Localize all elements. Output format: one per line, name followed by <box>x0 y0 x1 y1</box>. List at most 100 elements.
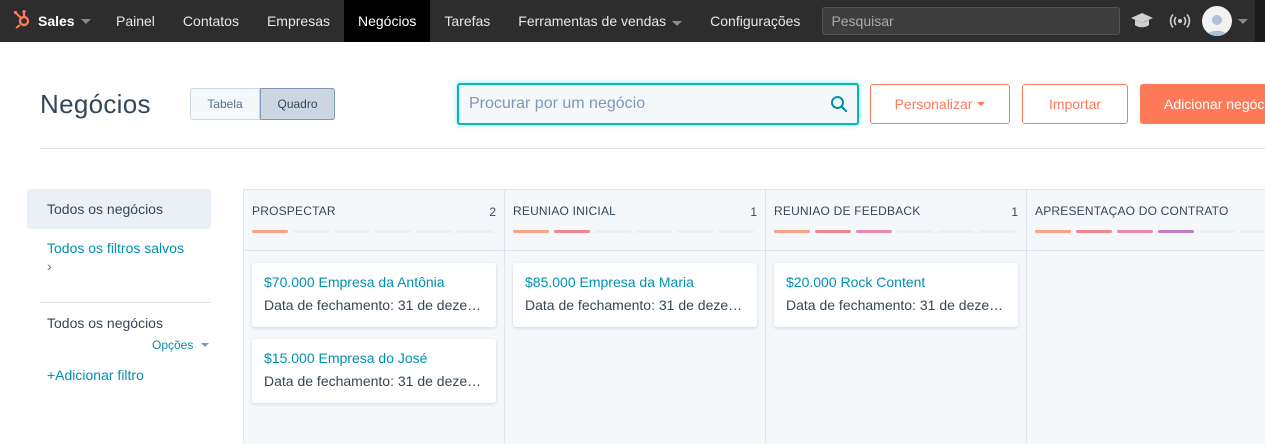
progress-segment <box>1240 230 1265 233</box>
column-count: 1 <box>1011 205 1018 219</box>
nav-edge <box>1255 0 1265 42</box>
column-count: 2 <box>489 205 496 219</box>
options-label: Opções <box>152 338 194 352</box>
avatar <box>1202 6 1233 36</box>
notifications-broadcast-icon[interactable] <box>1168 0 1192 42</box>
close-date-value: 31 de dezembro <box>919 297 1006 313</box>
deal-card-title[interactable]: $70.000 Empresa da Antônia <box>264 274 484 290</box>
header-divider <box>40 148 1265 149</box>
sidebar-item-all-deals[interactable]: Todos os negócios <box>27 189 211 229</box>
chevron-down-icon <box>201 343 210 347</box>
close-date-label: Data de fechamento: <box>786 297 916 313</box>
stage-progress <box>1035 230 1265 233</box>
nav-item-contatos[interactable]: Contatos <box>169 0 253 42</box>
progress-segment <box>513 230 549 233</box>
close-date-value: 31 de dezembro <box>397 297 484 313</box>
add-filter-link[interactable]: +Adicionar filtro <box>47 367 144 383</box>
progress-segment <box>375 230 411 233</box>
add-deal-button[interactable]: Adicionar negócio <box>1140 84 1265 124</box>
board-column: APRESENTAÇAO DO CONTRATO <box>1026 189 1265 444</box>
board-view-button[interactable]: Quadro <box>260 88 335 120</box>
deal-close-date: Data de fechamento: 31 de dezembro <box>525 297 745 313</box>
academy-icon[interactable] <box>1128 0 1156 42</box>
deal-card[interactable]: $15.000 Empresa do José Data de fechament… <box>252 339 496 403</box>
column-header: REUNIAO DE FEEDBACK 1 <box>766 190 1026 251</box>
sidebar-divider <box>40 302 211 303</box>
stage-progress <box>252 230 493 233</box>
customize-button-label: Personalizar <box>894 96 973 112</box>
top-navigation: Sales Painel Contatos Empresas Negócios … <box>0 0 1265 42</box>
chevron-down-icon <box>672 21 683 26</box>
deal-card-title[interactable]: $15.000 Empresa do José <box>264 350 484 366</box>
nav-item-tarefas[interactable]: Tarefas <box>430 0 504 42</box>
stage-progress <box>513 230 754 233</box>
brand-menu[interactable]: Sales <box>0 0 102 42</box>
close-date-value: 31 de dezembro <box>658 297 745 313</box>
progress-segment <box>1158 230 1194 233</box>
close-date-label: Data de fechamento: <box>525 297 655 313</box>
progress-segment <box>416 230 452 233</box>
progress-segment <box>897 230 933 233</box>
progress-segment <box>979 230 1015 233</box>
nav-item-ferramentas-label: Ferramentas de vendas <box>518 13 667 29</box>
close-date-value: 31 de dezembro <box>397 373 484 389</box>
board-column: PROSPECTAR 2 $70.000 Empresa da Antônia Dat… <box>243 189 504 444</box>
progress-segment <box>457 230 493 233</box>
chevron-down-icon <box>80 18 91 24</box>
progress-segment <box>636 230 672 233</box>
nav-item-empresas[interactable]: Empresas <box>253 0 344 42</box>
progress-segment <box>554 230 590 233</box>
deal-card[interactable]: $85.000 Empresa da Maria Data de fechamen… <box>513 263 757 327</box>
saved-filters-link[interactable]: Todos os filtros salvos <box>47 240 207 257</box>
close-date-label: Data de fechamento: <box>264 297 394 313</box>
search-icon[interactable] <box>821 95 857 113</box>
progress-segment <box>1199 230 1235 233</box>
deal-card-title[interactable]: $85.000 Empresa da Maria <box>525 274 745 290</box>
table-view-button[interactable]: Tabela <box>190 88 260 120</box>
column-title: REUNIAO DE FEEDBACK <box>774 204 921 218</box>
deal-card-title[interactable]: $20.000 Rock Content <box>786 274 1006 290</box>
import-button[interactable]: Importar <box>1022 84 1128 124</box>
progress-segment <box>334 230 370 233</box>
column-count: 1 <box>750 205 757 219</box>
progress-segment <box>677 230 713 233</box>
deal-close-date: Data de fechamento: 31 de dezembro <box>786 297 1006 313</box>
deal-search-box <box>457 83 859 125</box>
nav-item-ferramentas[interactable]: Ferramentas de vendas <box>504 0 696 42</box>
progress-segment <box>718 230 754 233</box>
progress-segment <box>1076 230 1112 233</box>
nav-item-painel[interactable]: Painel <box>102 0 169 42</box>
column-title: APRESENTAÇAO DO CONTRATO <box>1035 204 1229 218</box>
deal-search-input[interactable] <box>459 85 821 123</box>
global-search-input[interactable] <box>822 7 1121 35</box>
progress-segment <box>856 230 892 233</box>
column-title: REUNIAO INICIAL <box>513 204 617 218</box>
progress-segment <box>774 230 810 233</box>
chevron-right-icon[interactable]: › <box>47 258 52 274</box>
customize-button[interactable]: Personalizar <box>870 84 1010 124</box>
hubspot-sprocket-icon <box>12 9 32 34</box>
stage-progress <box>774 230 1015 233</box>
column-header: APRESENTAÇAO DO CONTRATO <box>1027 190 1265 251</box>
progress-segment <box>1035 230 1071 233</box>
board-column: REUNIAO DE FEEDBACK 1 $20.000 Rock Content… <box>765 189 1026 444</box>
deal-close-date: Data de fechamento: 31 de dezembro <box>264 297 484 313</box>
filter-label: Todos os negócios <box>47 315 163 331</box>
deal-board: PROSPECTAR 2 $70.000 Empresa da Antônia Dat… <box>243 189 1265 444</box>
nav-item-configuracoes[interactable]: Configurações <box>696 0 814 42</box>
page-title: Negócios <box>40 89 151 119</box>
progress-segment <box>293 230 329 233</box>
nav-item-negocios[interactable]: Negócios <box>344 0 431 42</box>
options-dropdown[interactable]: Opções <box>152 338 210 352</box>
account-menu[interactable] <box>1202 0 1249 42</box>
progress-segment <box>1117 230 1153 233</box>
column-header: PROSPECTAR 2 <box>244 190 504 251</box>
deal-card[interactable]: $20.000 Rock Content Data de fechamento: … <box>774 263 1018 327</box>
deal-card[interactable]: $70.000 Empresa da Antônia Data de fecham… <box>252 263 496 327</box>
column-title: PROSPECTAR <box>252 204 336 218</box>
progress-segment <box>595 230 631 233</box>
chevron-down-icon <box>977 102 986 106</box>
chevron-down-icon <box>1238 18 1249 24</box>
progress-segment <box>252 230 288 233</box>
board-column: REUNIAO INICIAL 1 $85.000 Empresa da Maria… <box>504 189 765 444</box>
